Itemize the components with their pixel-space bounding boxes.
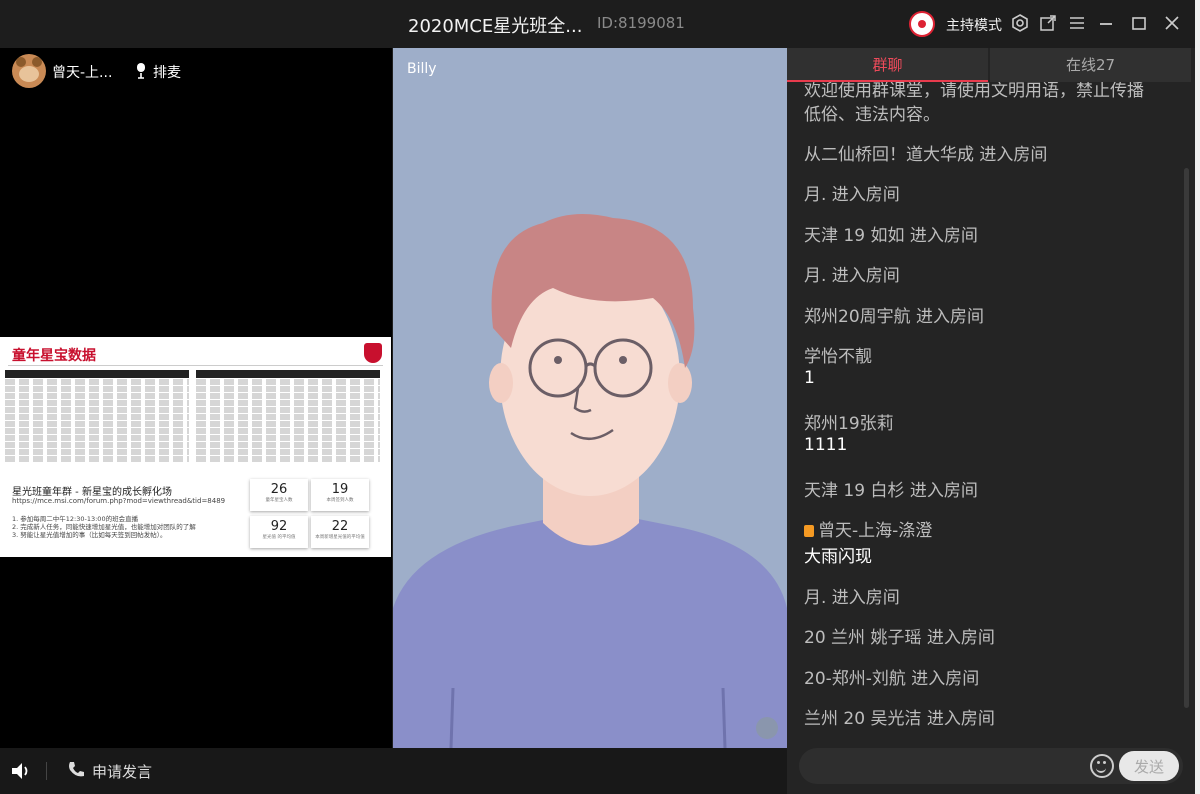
tab-group-chat[interactable]: 群聊 [787, 48, 988, 82]
chat-scrollbar[interactable] [1184, 168, 1189, 708]
chat-panel: 群聊 在线27 欢迎使用群课堂，请使用文明用语，禁止传播 低俗、违法内容。从二仙桥… [787, 48, 1195, 794]
slide-table-left [5, 370, 189, 470]
window-edge [1195, 0, 1200, 794]
school-logo [909, 11, 935, 37]
msi-logo [364, 343, 382, 363]
chat-message-text: 大雨闪现 [804, 547, 872, 567]
chat-message: 欢迎使用群课堂，请使用文明用语，禁止传播 [804, 82, 1144, 101]
chat-message: 20-郑州-刘航 进入房间 [804, 664, 979, 689]
chat-message: 郑州20周宇航 进入房间 [804, 302, 984, 327]
chat-message-text: 郑州20周宇航 进入房间 [804, 307, 985, 327]
chat-message-text: 1 [804, 368, 815, 388]
chat-message-text: 兰州 20 吴光洁 进入房间 [804, 709, 995, 729]
slide-subtitle: 星光班童年群 - 新星宝的成长孵化场 [12, 487, 172, 498]
chat-message: 20 兰州 姚子瑶 进入房间 [804, 623, 995, 648]
stat-card: 22 本周新增星光值的平均值 [311, 516, 369, 548]
host-mode-label[interactable]: 主持模式 [946, 15, 1002, 35]
slide-list-item: 3. 努能让星光值增加的事（比如每天签到回帖发帖）。 [12, 531, 167, 539]
chat-message-text: 20 兰州 姚子瑶 进入房间 [804, 628, 995, 648]
screen-share-pane: 曾天-上... 排麦 童年星宝数据 星光班童年群 - 新星宝的成长孵化场 htt… [0, 48, 392, 748]
chat-message: 1 [804, 368, 815, 388]
slide-list-item: 2. 完成新人任务，同能快速增加星光值，也能增加对团队的了解 [12, 523, 196, 531]
settings-icon[interactable] [1009, 12, 1031, 36]
close-icon[interactable] [1161, 12, 1183, 36]
speaker-icon[interactable] [10, 761, 32, 781]
chat-message-text: 月. 进入房间 [804, 588, 900, 608]
slide-title: 童年星宝数据 [12, 348, 96, 364]
chat-message-text: 20-郑州-刘航 进入房间 [804, 669, 980, 689]
popout-icon[interactable] [1037, 12, 1059, 36]
shared-slide: 童年星宝数据 星光班童年群 - 新星宝的成长孵化场 https://mce.ms… [0, 337, 391, 557]
chat-message-text: 学怡不靓 [804, 347, 872, 367]
slide-table-right [196, 370, 380, 470]
title-bar: 2020MCE星光班全... ID:8199081 主持模式 [0, 0, 1200, 48]
chat-message-text: 从二仙桥回！道大华成 进入房间 [804, 145, 1048, 165]
window-title: 2020MCE星光班全... [408, 16, 583, 37]
chat-message-text: 天津 19 如如 进入房间 [804, 226, 978, 246]
minimize-icon[interactable] [1095, 12, 1117, 36]
chat-message: 月. 进入房间 [804, 583, 900, 608]
stat-card: 26 童年星宝人数 [250, 479, 308, 511]
chat-message: 曾天-上海-涤澄 [804, 516, 932, 541]
menu-icon[interactable] [1066, 12, 1088, 36]
chat-message: 郑州19张莉 [804, 409, 894, 434]
chat-message-text: 曾天-上海-涤澄 [818, 521, 933, 541]
chat-message: 兰州 20 吴光洁 进入房间 [804, 704, 995, 729]
chat-message: 从二仙桥回！道大华成 进入房间 [804, 140, 1047, 165]
send-button[interactable]: 发送 [1119, 751, 1179, 781]
camera-pane: Billy [393, 48, 787, 748]
tab-online[interactable]: 在线27 [990, 48, 1191, 82]
slide-list-item: 1. 参加每周二中午12:30-13:00的班会直播 [12, 515, 139, 523]
chat-message: 天津 19 白杉 进入房间 [804, 476, 978, 501]
stat-card: 92 星光值 的平均值 [250, 516, 308, 548]
chat-message: 1111 [804, 435, 847, 455]
apply-speak-button[interactable]: 申请发言 [92, 761, 152, 782]
chat-message: 学怡不靓 [804, 342, 872, 367]
mic-icon [137, 63, 145, 79]
chat-message: 天津 19 如如 进入房间 [804, 221, 978, 246]
chat-message-text: 月. 进入房间 [804, 185, 900, 205]
toolbar-divider [46, 762, 47, 780]
chat-message-text: 1111 [804, 435, 848, 455]
mic-muted-icon[interactable] [756, 717, 778, 739]
stat-card: 19 本周签到人数 [311, 479, 369, 511]
host-badge-icon [804, 525, 814, 537]
maximize-icon[interactable] [1128, 12, 1150, 36]
host-avatar[interactable] [12, 54, 46, 88]
queue-button[interactable]: 排麦 [153, 62, 181, 82]
host-name: 曾天-上... [52, 65, 113, 81]
room-id: ID:8199081 [597, 14, 685, 32]
chat-message-text: 天津 19 白杉 进入房间 [804, 481, 978, 501]
chat-message: 大雨闪现 [804, 542, 872, 567]
chat-message-text: 低俗、违法内容。 [804, 105, 940, 125]
user-avatar-illustration [393, 214, 787, 748]
chat-message: 月. 进入房间 [804, 180, 900, 205]
slide-list: 1. 参加每周二中午12:30-13:00的班会直播 2. 完成新人任务，同能快… [12, 515, 196, 539]
chat-message-text: 郑州19张莉 [804, 414, 894, 434]
phone-icon [69, 762, 84, 777]
chat-message: 月. 进入房间 [804, 261, 900, 286]
chat-message-text: 欢迎使用群课堂，请使用文明用语，禁止传播 [804, 82, 1144, 101]
slide-url: https://mce.msi.com/forum.php?mod=viewth… [12, 497, 226, 505]
slide-divider [8, 365, 383, 366]
emoji-icon[interactable] [1090, 754, 1114, 778]
bottom-toolbar: 申请发言 [0, 748, 787, 794]
chat-message: 低俗、违法内容。 [804, 100, 940, 125]
chat-message-list[interactable]: 欢迎使用群课堂，请使用文明用语，禁止传播 低俗、违法内容。从二仙桥回！道大华成 进… [787, 82, 1195, 742]
chat-message-text: 月. 进入房间 [804, 266, 900, 286]
